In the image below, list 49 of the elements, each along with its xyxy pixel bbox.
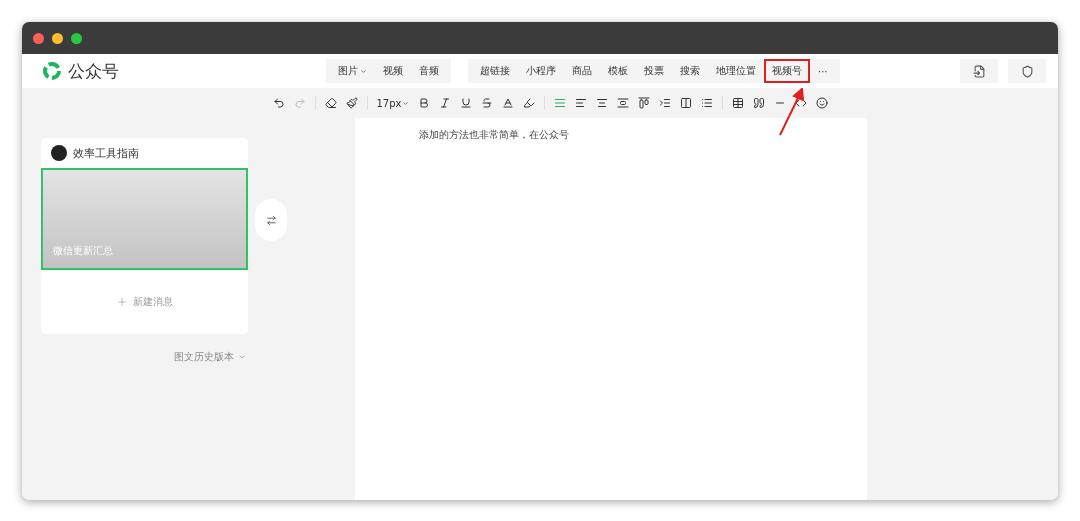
indent-icon[interactable] [658,97,671,109]
document-icon [972,64,986,78]
logo-text: 公众号 [68,59,119,83]
arrow-annotation [777,88,807,138]
table-icon[interactable] [731,97,744,109]
spacing-icon[interactable] [616,97,629,109]
avatar-icon [51,145,67,161]
brush-icon[interactable] [345,97,358,109]
minimize-icon[interactable] [52,32,63,44]
bold-icon[interactable] [417,97,430,109]
plus-icon [116,296,128,308]
insert-button[interactable]: 地理位置 [708,59,764,83]
swap-icon [265,214,277,226]
insert-button[interactable]: 小程序 [518,59,564,83]
indent-icon[interactable] [574,97,587,109]
insert-button[interactable]: ··· [810,60,836,82]
insert-button[interactable]: 音频 [411,59,447,83]
font-size-select[interactable]: 17px [376,97,409,109]
insert-button[interactable]: 商品 [564,59,600,83]
editor-area[interactable]: 添加的方法也非常简单，在公众号 [355,118,867,500]
security-button[interactable] [1008,59,1046,83]
undo-icon[interactable] [272,97,285,109]
preview-button[interactable] [960,59,998,83]
insert-button[interactable]: 搜索 [672,59,708,83]
caret-icon [360,67,367,75]
font-color-icon[interactable] [501,97,514,109]
shield-icon [1020,64,1034,78]
caret-icon [238,353,246,361]
emoji-icon[interactable] [815,97,828,109]
logo-icon [42,61,62,81]
editor-text: 添加的方法也非常简单，在公众号 [419,128,570,142]
insert-button[interactable]: 超链接 [472,59,518,83]
list-icon[interactable] [700,97,713,109]
insert-button[interactable]: 视频号 [764,59,810,83]
close-icon[interactable] [33,32,44,44]
insert-button[interactable]: 模板 [600,59,636,83]
insert-button[interactable]: 投票 [636,59,672,83]
strikethrough-icon[interactable] [480,97,493,109]
italic-icon[interactable] [438,97,451,109]
underline-icon[interactable] [459,97,472,109]
maximize-icon[interactable] [71,32,82,44]
eraser-icon[interactable] [324,97,337,109]
insert-button[interactable]: 视频 [375,59,411,83]
center-icon[interactable] [595,97,608,109]
caret-icon [401,99,409,107]
quote-icon[interactable] [752,97,765,109]
highlight-icon[interactable] [522,97,535,109]
insert-button[interactable]: 图片 [330,59,375,83]
account-name: 效率工具指南 [73,145,139,161]
